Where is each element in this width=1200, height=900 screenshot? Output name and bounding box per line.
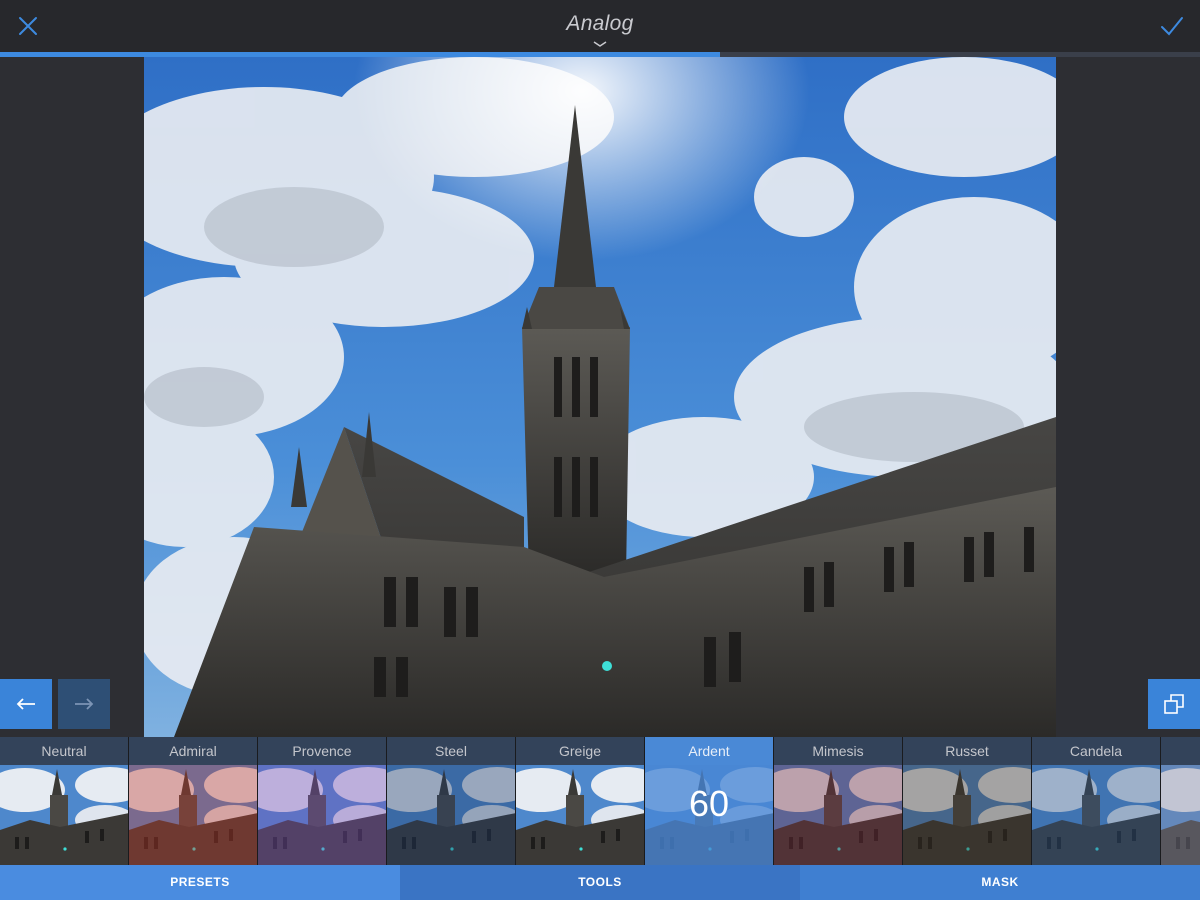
arrow-right-icon <box>75 698 94 710</box>
checkmark-icon <box>1161 17 1183 36</box>
top-bar: Analog <box>0 0 1200 52</box>
focus-point-marker <box>602 661 612 671</box>
preset-mimesis[interactable]: Mimesis <box>774 737 903 865</box>
bottom-tabs: PRESETS TOOLS MASK <box>0 865 1200 900</box>
preset-thumbnail <box>1161 765 1200 865</box>
preset-thumbnail <box>903 765 1031 865</box>
done-button[interactable] <box>1154 8 1190 44</box>
preset-label: Admiral <box>129 737 257 765</box>
tab-tools[interactable]: TOOLS <box>400 865 800 900</box>
preset-thumbnail <box>258 765 386 865</box>
preset-admiral[interactable]: Admiral <box>129 737 258 865</box>
preset-russet[interactable]: Russet <box>903 737 1032 865</box>
arrow-left-icon <box>16 698 35 710</box>
preset-label: Greige <box>516 737 644 765</box>
preset-label: Ardent <box>645 737 773 765</box>
chevron-down-icon[interactable] <box>592 40 608 48</box>
compare-icon <box>1164 694 1184 714</box>
preset-label: Mimesis <box>774 737 902 765</box>
preset-thumbnail <box>129 765 257 865</box>
preset-thumbnail <box>516 765 644 865</box>
preset-steel[interactable]: Steel <box>387 737 516 865</box>
tab-presets[interactable]: PRESETS <box>0 865 400 900</box>
preset-neutral[interactable]: Neutral <box>0 737 129 865</box>
compare-button[interactable] <box>1148 679 1200 729</box>
cathedral-photo <box>144 57 1056 737</box>
undo-button[interactable] <box>0 679 52 729</box>
preset-next-partial[interactable] <box>1161 737 1200 865</box>
preset-provence[interactable]: Provence <box>258 737 387 865</box>
preset-ardent[interactable]: Ardent 60 <box>645 737 774 865</box>
preset-greige[interactable]: Greige <box>516 737 645 865</box>
preset-thumbnail <box>774 765 902 865</box>
preset-label: Provence <box>258 737 386 765</box>
photo-canvas[interactable] <box>144 57 1056 737</box>
preset-thumbnail <box>387 765 515 865</box>
preset-thumbnail <box>1032 765 1160 865</box>
preset-label: Candela <box>1032 737 1160 765</box>
tab-mask[interactable]: MASK <box>800 865 1200 900</box>
redo-button[interactable] <box>58 679 110 729</box>
preset-label: Neutral <box>0 737 128 765</box>
page-title[interactable]: Analog <box>0 12 1200 36</box>
preset-label: Russet <box>903 737 1031 765</box>
preset-thumbnail <box>0 765 128 865</box>
preset-candela[interactable]: Candela <box>1032 737 1161 865</box>
presets-strip[interactable]: Neutral Admiral Provence Steel Greige Ar… <box>0 737 1200 865</box>
photo-editor: Analog Neutral Admiral Provence Steel Gr… <box>0 0 1200 900</box>
preset-strength-value[interactable]: 60 <box>645 783 773 825</box>
preset-label: Steel <box>387 737 515 765</box>
preset-label <box>1161 737 1200 765</box>
